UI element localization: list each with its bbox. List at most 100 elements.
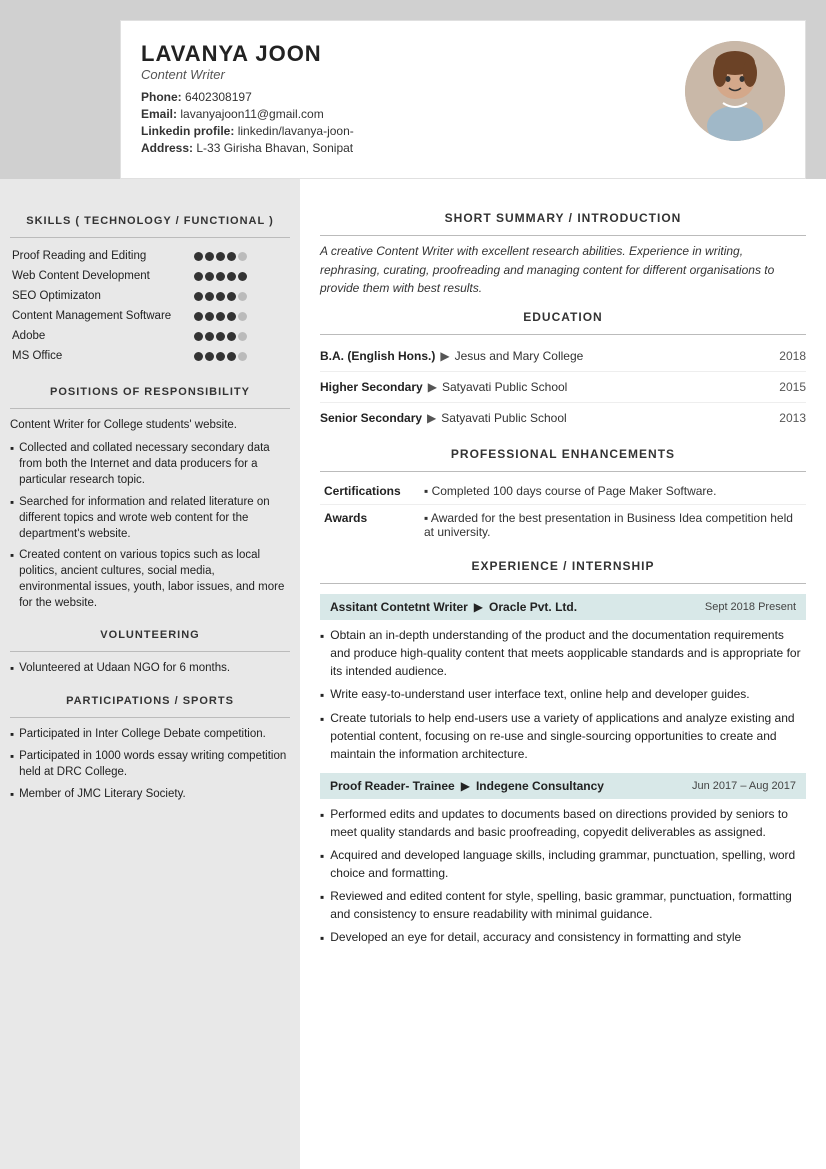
skill-dot [238,352,247,361]
prof-item: ▪ Completed 100 days course of Page Make… [420,478,806,505]
job-title: Content Writer [141,67,354,82]
skill-dots [192,266,290,286]
skill-dot [238,332,247,341]
edu-arrow-icon: ▶ [440,349,449,363]
pos-bullets: Collected and collated necessary seconda… [10,440,290,611]
pos-bullet: Searched for information and related lit… [10,494,290,542]
skill-dot [227,292,236,301]
skill-dots [192,286,290,306]
prof-cat: Awards [320,504,420,545]
edu-degree: Higher Secondary [320,380,423,394]
skill-name: Web Content Development [10,266,192,286]
main-content: SKILLS ( TECHNOLOGY / FUNCTIONAL ) Proof… [0,179,826,1169]
linkedin-value: linkedin/lavanya-joon- [238,124,354,138]
skill-dots [192,306,290,326]
avatar [685,41,785,141]
prof-cat: Certifications [320,478,420,505]
edu-degree: B.A. (English Hons.) [320,349,435,363]
skill-dot [194,332,203,341]
edu-row: Senior Secondary ▶ Satyavati Public Scho… [320,403,806,433]
education-rows: B.A. (English Hons.) ▶ Jesus and Mary Co… [320,341,806,433]
part-content: Participated in Inter College Debate com… [10,726,290,802]
skill-row: Proof Reading and Editing [10,246,290,266]
right-panel: SHORT SUMMARY / INTRODUCTION A creative … [300,179,826,1169]
jobs-section: Assitant Contetnt Writer ▶ Oracle Pvt. L… [320,594,806,947]
skill-dot [227,312,236,321]
skill-row: Adobe [10,326,290,346]
address-line: Address: L-33 Girisha Bhavan, Sonipat [141,141,354,155]
skill-dot [227,352,236,361]
skill-row: Web Content Development [10,266,290,286]
skill-dot [194,312,203,321]
skill-dot [216,332,225,341]
edu-title: EDUCATION [320,310,806,324]
skill-row: SEO Optimizaton [10,286,290,306]
skill-dot [238,312,247,321]
edu-school: Satyavati Public School [442,380,567,394]
skill-name: MS Office [10,346,192,366]
skills-table: Proof Reading and EditingWeb Content Dev… [10,246,290,366]
exp-job-bar: Assitant Contetnt Writer ▶ Oracle Pvt. L… [320,594,806,620]
pos-org: Content Writer for College students' web… [10,417,290,434]
skill-dot [205,312,214,321]
exp-bullet: Obtain an in-depth understanding of the … [320,626,806,680]
prof-title: PROFESSIONAL ENHANCEMENTS [320,447,806,461]
edu-row: B.A. (English Hons.) ▶ Jesus and Mary Co… [320,341,806,372]
skill-dot [216,292,225,301]
skill-row: MS Office [10,346,290,366]
edu-degree: Senior Secondary [320,411,422,425]
skills-divider [10,237,290,238]
candidate-name: LAVANYA JOON [141,41,354,67]
linkedin-label: Linkedin profile: [141,124,234,138]
edu-school: Jesus and Mary College [455,349,584,363]
header-info: LAVANYA JOON Content Writer Phone: 64023… [141,41,354,158]
skill-dot [216,252,225,261]
summary-title: SHORT SUMMARY / INTRODUCTION [320,211,806,225]
pos-divider [10,408,290,409]
exp-divider [320,583,806,584]
skill-name: Adobe [10,326,192,346]
part-bullet: Participated in 1000 words essay writing… [10,748,290,780]
part-bullet: Participated in Inter College Debate com… [10,726,290,743]
skill-dot [238,292,247,301]
edu-year: 2013 [779,411,806,425]
header-section: LAVANYA JOON Content Writer Phone: 64023… [120,20,806,179]
address-label: Address: [141,141,193,155]
skill-dot [205,292,214,301]
edu-school: Satyavati Public School [441,411,566,425]
edu-arrow-icon: ▶ [427,411,436,425]
prof-divider [320,471,806,472]
pos-bullet: Collected and collated necessary seconda… [10,440,290,488]
exp-job-left: Assitant Contetnt Writer ▶ Oracle Pvt. L… [330,600,577,614]
exp-role: Assitant Contetnt Writer [330,600,468,614]
skill-dots [192,246,290,266]
edu-divider [320,334,806,335]
skill-dot [194,252,203,261]
exp-bullet: Write easy-to-understand user interface … [320,685,806,704]
phone-line: Phone: 6402308197 [141,90,354,104]
exp-title: EXPERIENCE / INTERNSHIP [320,559,806,573]
exp-company: Oracle Pvt. Ltd. [489,600,577,614]
resume-page: LAVANYA JOON Content Writer Phone: 64023… [0,0,826,1169]
address-value: L-33 Girisha Bhavan, Sonipat [196,141,353,155]
email-line: Email: lavanyajoon11@gmail.com [141,107,354,121]
edu-arrow-icon: ▶ [428,380,437,394]
part-bullet: Member of JMC Literary Society. [10,786,290,803]
summary-divider [320,235,806,236]
edu-year: 2015 [779,380,806,394]
skill-dot [205,272,214,281]
part-divider [10,717,290,718]
prof-row: Certifications▪ Completed 100 days cours… [320,478,806,505]
email-value: lavanyajoon11@gmail.com [180,107,323,121]
skill-dot [227,252,236,261]
vol-bullet: Volunteered at Udaan NGO for 6 months. [10,660,290,677]
vol-title: VOLUNTEERING [10,629,290,641]
exp-period: Sept 2018 Present [705,601,796,613]
prof-table: Certifications▪ Completed 100 days cours… [320,478,806,545]
edu-left: Senior Secondary ▶ Satyavati Public Scho… [320,411,567,425]
edu-left: B.A. (English Hons.) ▶ Jesus and Mary Co… [320,349,583,363]
skill-name: Content Management Software [10,306,192,326]
exp-company: Indegene Consultancy [476,779,604,793]
pos-resp-content: Content Writer for College students' web… [10,417,290,611]
pos-title: POSITIONS OF RESPONSIBILITY [10,386,290,398]
